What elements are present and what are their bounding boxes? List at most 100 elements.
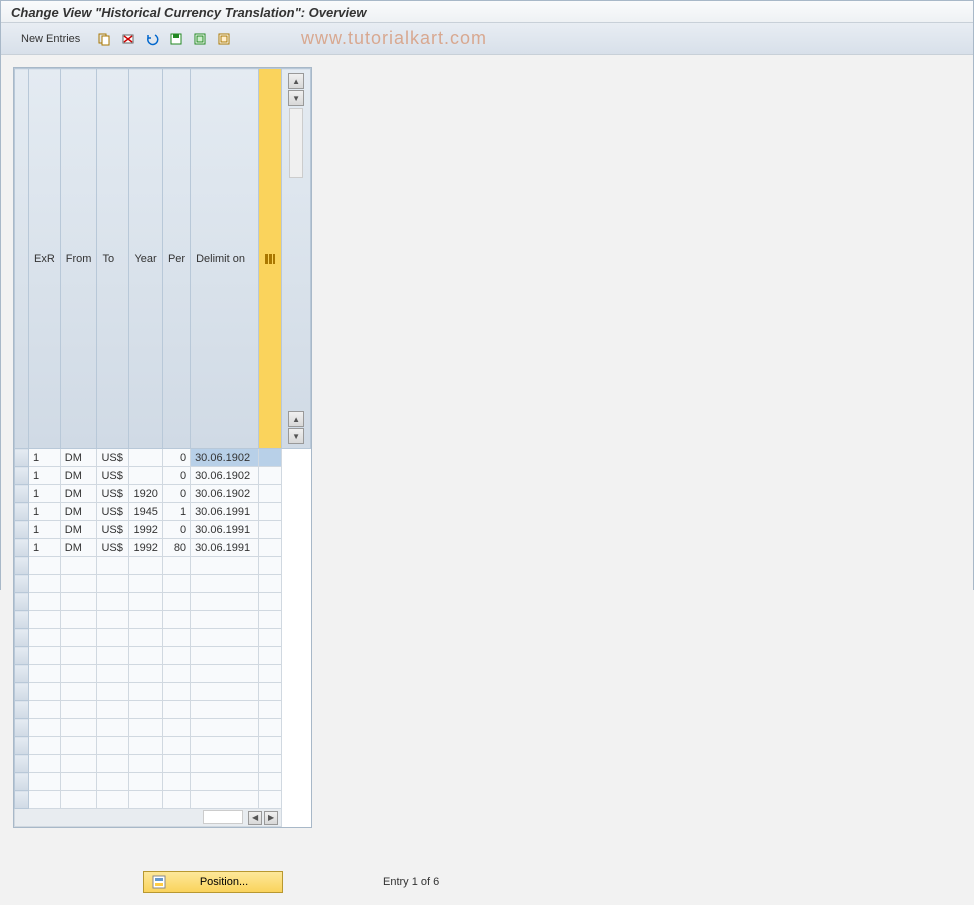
cell-from[interactable]: DM <box>60 503 97 521</box>
cell-year[interactable]: 1992 <box>129 539 162 557</box>
cell-per[interactable]: 80 <box>162 539 190 557</box>
cell-from[interactable]: DM <box>60 449 97 467</box>
cell-to[interactable] <box>97 701 129 719</box>
scroll-right-button[interactable]: ▶ <box>264 811 278 825</box>
cell-year[interactable] <box>129 683 162 701</box>
cell-to[interactable] <box>97 719 129 737</box>
cell-delimit[interactable] <box>191 629 259 647</box>
table-row-empty[interactable] <box>15 557 311 575</box>
cell-per[interactable] <box>162 755 190 773</box>
header-from[interactable]: From <box>60 69 97 449</box>
header-per[interactable]: Per <box>162 69 190 449</box>
cell-to[interactable] <box>97 611 129 629</box>
scroll-up-button[interactable]: ▲ <box>288 73 304 89</box>
cell-from[interactable] <box>60 665 97 683</box>
cell-per[interactable]: 1 <box>162 503 190 521</box>
cell-from[interactable] <box>60 683 97 701</box>
cell-delimit[interactable] <box>191 791 259 809</box>
cell-per[interactable] <box>162 701 190 719</box>
row-selector[interactable] <box>15 539 29 557</box>
cell-delimit[interactable]: 30.06.1991 <box>191 539 259 557</box>
cell-from[interactable] <box>60 701 97 719</box>
row-selector[interactable] <box>15 647 29 665</box>
select-all-icon[interactable] <box>190 29 210 49</box>
scroll-left-button[interactable]: ◀ <box>248 811 262 825</box>
cell-from[interactable] <box>60 737 97 755</box>
cell-exr[interactable] <box>29 719 61 737</box>
cell-delimit[interactable] <box>191 611 259 629</box>
cell-to[interactable]: US$ <box>97 521 129 539</box>
row-selector[interactable] <box>15 503 29 521</box>
cell-delimit[interactable]: 30.06.1991 <box>191 503 259 521</box>
row-selector[interactable] <box>15 629 29 647</box>
row-selector[interactable] <box>15 701 29 719</box>
row-selector[interactable] <box>15 665 29 683</box>
cell-per[interactable]: 0 <box>162 449 190 467</box>
position-button[interactable]: Position... <box>143 871 283 893</box>
select-all-header[interactable] <box>15 69 29 449</box>
cell-year[interactable] <box>129 719 162 737</box>
cell-exr[interactable] <box>29 557 61 575</box>
table-row[interactable]: 1 DM US$ 1992 80 30.06.1991 <box>15 539 311 557</box>
cell-per[interactable] <box>162 683 190 701</box>
cell-to[interactable] <box>97 773 129 791</box>
table-row[interactable]: 1 DM US$ 1945 1 30.06.1991 <box>15 503 311 521</box>
cell-from[interactable]: DM <box>60 467 97 485</box>
row-selector[interactable] <box>15 557 29 575</box>
cell-per[interactable] <box>162 593 190 611</box>
table-row-empty[interactable] <box>15 755 311 773</box>
undo-icon[interactable] <box>142 29 162 49</box>
cell-delimit[interactable] <box>191 773 259 791</box>
cell-delimit[interactable] <box>191 719 259 737</box>
cell-to[interactable]: US$ <box>97 485 129 503</box>
row-selector[interactable] <box>15 773 29 791</box>
table-row-empty[interactable] <box>15 647 311 665</box>
cell-to[interactable] <box>97 665 129 683</box>
table-row-empty[interactable] <box>15 719 311 737</box>
cell-year[interactable] <box>129 593 162 611</box>
cell-year[interactable]: 1992 <box>129 521 162 539</box>
cell-delimit[interactable]: 30.06.1902 <box>191 485 259 503</box>
header-exr[interactable]: ExR <box>29 69 61 449</box>
cell-year[interactable] <box>129 449 162 467</box>
cell-year[interactable] <box>129 629 162 647</box>
cell-to[interactable] <box>97 629 129 647</box>
cell-from[interactable] <box>60 629 97 647</box>
table-row[interactable]: 1 DM US$ 1920 0 30.06.1902 <box>15 485 311 503</box>
cell-from[interactable]: DM <box>60 521 97 539</box>
cell-delimit[interactable]: 30.06.1902 <box>191 449 259 467</box>
cell-exr[interactable]: 1 <box>29 521 61 539</box>
cell-exr[interactable] <box>29 737 61 755</box>
cell-per[interactable]: 0 <box>162 467 190 485</box>
cell-per[interactable]: 0 <box>162 521 190 539</box>
cell-from[interactable] <box>60 611 97 629</box>
cell-per[interactable] <box>162 647 190 665</box>
row-selector[interactable] <box>15 791 29 809</box>
scroll-down-end-button[interactable]: ▼ <box>288 428 304 444</box>
cell-exr[interactable] <box>29 773 61 791</box>
cell-delimit[interactable]: 30.06.1991 <box>191 521 259 539</box>
row-selector[interactable] <box>15 737 29 755</box>
cell-from[interactable] <box>60 719 97 737</box>
cell-year[interactable] <box>129 611 162 629</box>
cell-per[interactable] <box>162 719 190 737</box>
cell-from[interactable]: DM <box>60 485 97 503</box>
row-selector[interactable] <box>15 449 29 467</box>
cell-per[interactable] <box>162 737 190 755</box>
cell-delimit[interactable] <box>191 755 259 773</box>
cell-exr[interactable]: 1 <box>29 485 61 503</box>
cell-exr[interactable] <box>29 683 61 701</box>
table-row-empty[interactable] <box>15 665 311 683</box>
cell-year[interactable] <box>129 791 162 809</box>
table-row[interactable]: 1 DM US$ 0 30.06.1902 <box>15 449 311 467</box>
deselect-all-icon[interactable] <box>214 29 234 49</box>
header-delimit[interactable]: Delimit on <box>191 69 259 449</box>
cell-to[interactable] <box>97 791 129 809</box>
cell-to[interactable] <box>97 755 129 773</box>
cell-to[interactable]: US$ <box>97 467 129 485</box>
cell-year[interactable] <box>129 647 162 665</box>
cell-to[interactable] <box>97 683 129 701</box>
cell-delimit[interactable] <box>191 665 259 683</box>
cell-from[interactable] <box>60 557 97 575</box>
cell-exr[interactable]: 1 <box>29 467 61 485</box>
